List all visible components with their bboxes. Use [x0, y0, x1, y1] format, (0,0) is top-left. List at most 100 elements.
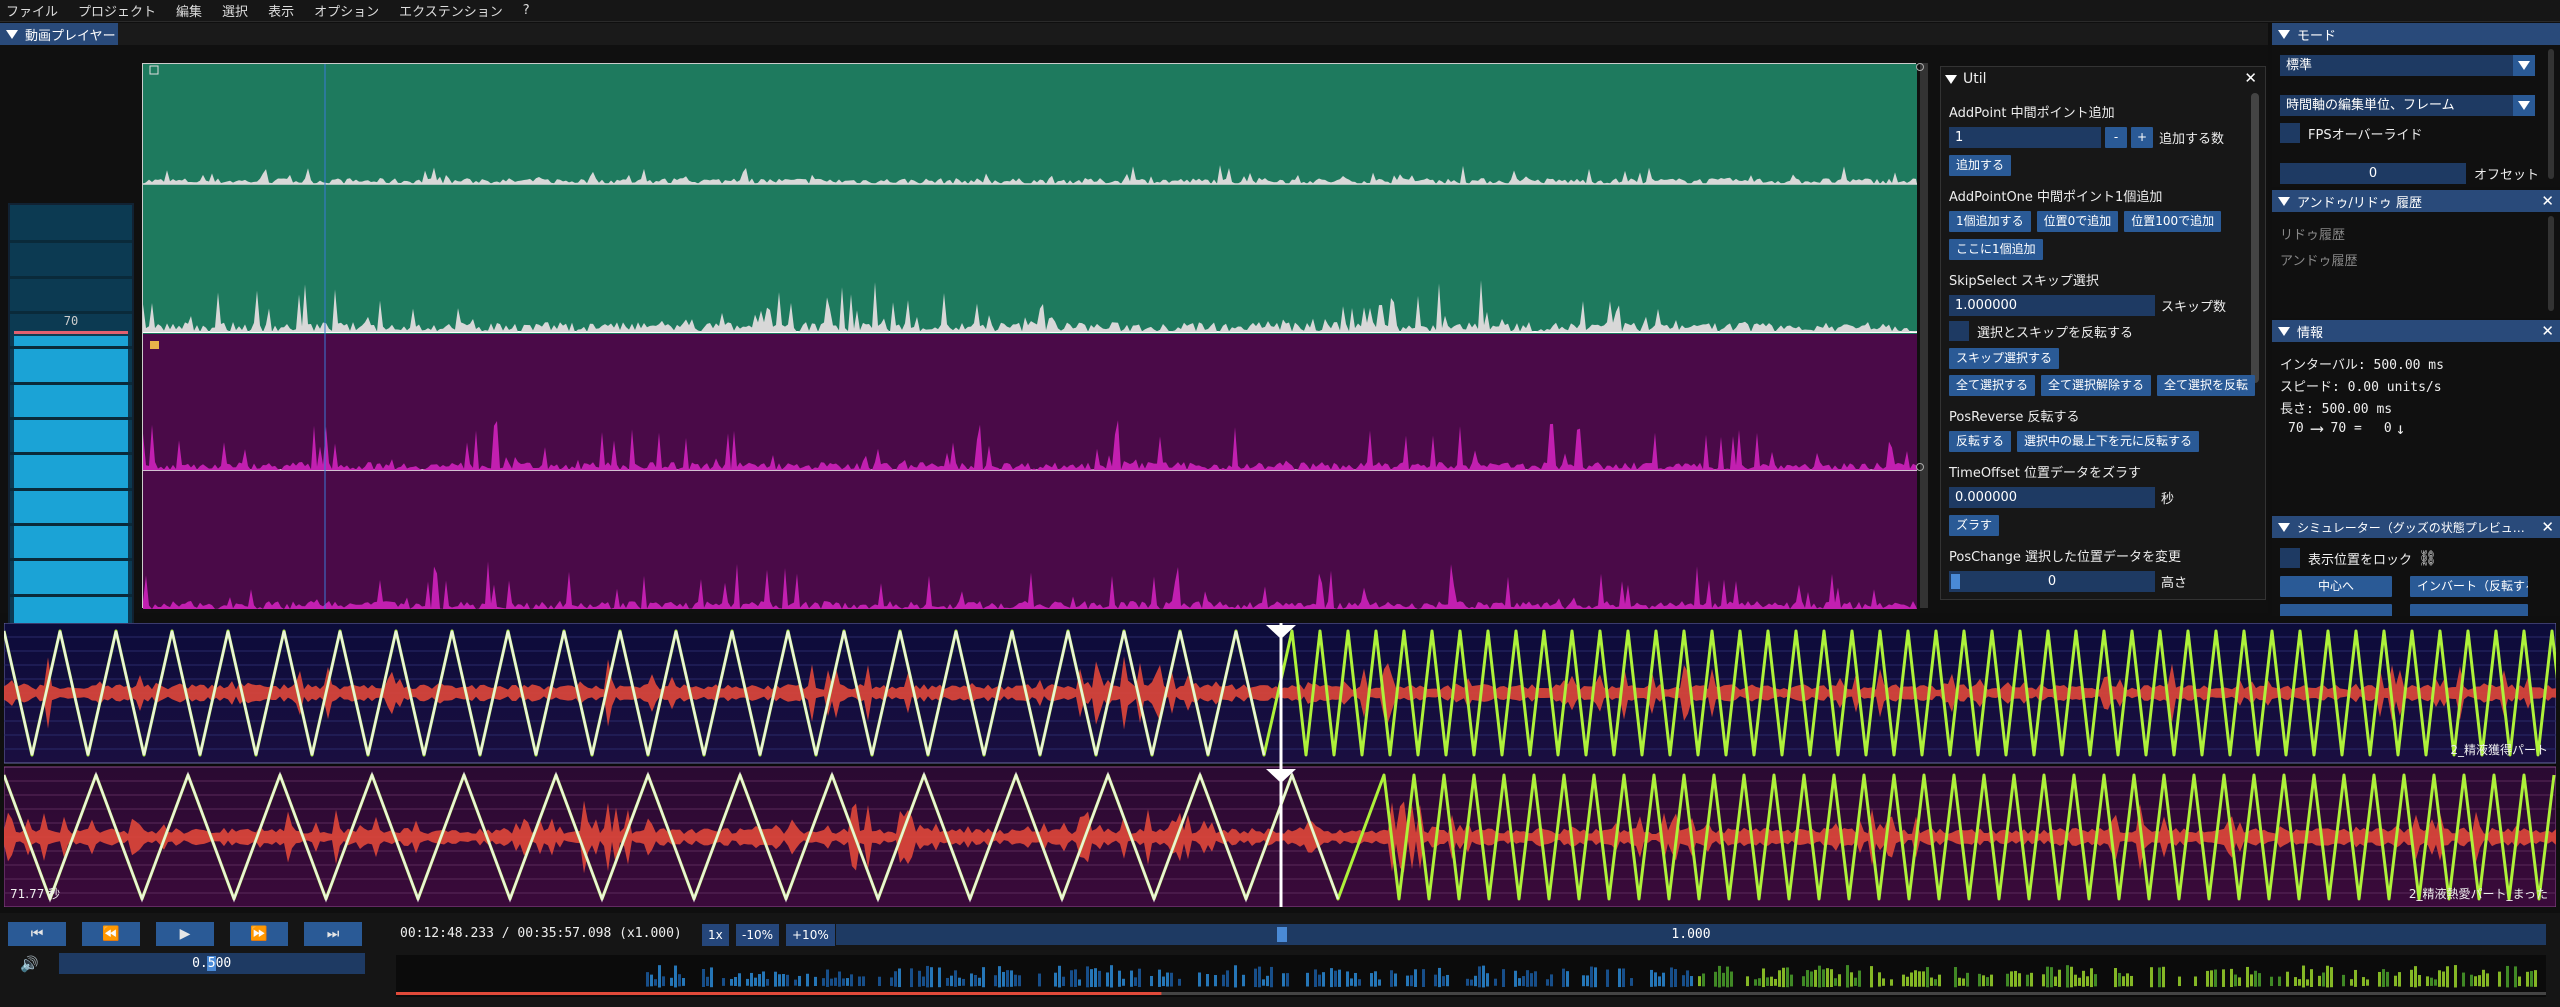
collapse-icon[interactable] [2278, 522, 2290, 532]
speed-knob[interactable] [1277, 927, 1288, 942]
collapse-icon[interactable] [2278, 29, 2290, 39]
skip-end-button[interactable]: ⏭ [304, 922, 362, 946]
fast-forward-icon: ⏩ [250, 926, 268, 942]
pos-change-slider[interactable]: 0 [1949, 571, 2155, 592]
close-icon[interactable]: ✕ [2244, 69, 2257, 87]
simulator-button-3[interactable] [2280, 604, 2392, 616]
close-icon[interactable]: ✕ [2541, 518, 2554, 536]
undo-scrollbar[interactable] [2548, 216, 2554, 311]
skip-select-button[interactable]: スキップ選択する [1949, 348, 2060, 369]
skip-start-button[interactable]: ⏮ [8, 922, 66, 946]
invert-selection-button[interactable]: 全て選択を反転 [2157, 375, 2256, 396]
timeline-canvas [2, 622, 2560, 908]
reverse-button[interactable]: 反転する [1949, 431, 2012, 452]
menu-options[interactable]: オプション [314, 1, 379, 20]
resize-handle-bottom[interactable] [1916, 463, 1924, 471]
add-one-button[interactable]: 1個追加する [1949, 211, 2031, 232]
play-button[interactable]: ▶ [156, 922, 214, 946]
rewind-icon: ⏪ [102, 926, 120, 942]
mode-panel: モード 標準 時間軸の編集単位、フレーム FPSオーバーライド 0 オフセット [2272, 23, 2560, 187]
util-scrollbar[interactable] [2251, 93, 2259, 383]
volume-icon[interactable]: 🔊 [20, 955, 39, 973]
pos-change-label: 高さ [2161, 576, 2188, 591]
time-offset-input[interactable]: 0.000000 [1949, 487, 2155, 508]
lock-position-checkbox[interactable] [2280, 548, 2300, 568]
playback-time: 00:12:48.233 / 00:35:57.098 (x1.000) [400, 926, 682, 941]
addpoint-count-label: 追加する数 [2159, 132, 2225, 147]
chevron-down-icon [2518, 101, 2530, 110]
add-here-button[interactable]: ここに1個追加 [1949, 239, 2043, 260]
fps-override-checkbox[interactable] [2280, 123, 2300, 143]
reverse-range-button[interactable]: 選択中の最上下を元に反転する [2017, 431, 2200, 452]
mode-scrollbar[interactable] [2548, 49, 2554, 179]
time-offset-button[interactable]: ズラす [1949, 515, 2000, 536]
video-player-titlebar[interactable]: 動画プレイヤー [0, 23, 2268, 45]
speed-1x-button[interactable]: 1x [702, 924, 729, 946]
addpoint-minus-button[interactable]: - [2105, 127, 2127, 148]
menu-view[interactable]: 表示 [268, 1, 294, 20]
menu-help[interactable]: ? [523, 3, 530, 18]
collapse-icon[interactable] [2278, 326, 2290, 336]
select-all-button[interactable]: 全て選択する [1949, 375, 2036, 396]
util-panel: Util ✕ AddPoint 中間ポイント追加 1 - + 追加する数 追加す… [1940, 66, 2266, 600]
invert-skip-checkbox[interactable] [1949, 321, 1969, 341]
transport-bar: ⏮ ⏪ ▶ ⏩ ⏭ 🔊 0.500 00:12:48.233 / 00:35:5… [0, 913, 2560, 1007]
track-1-label: 2_精液獲得パート [2450, 743, 2548, 757]
skip-count-input[interactable]: 1.000000 [1949, 295, 2155, 316]
arrow-right-icon: ⟶ [2311, 418, 2323, 439]
menu-file[interactable]: ファイル [6, 1, 58, 20]
add-at-0-button[interactable]: 位置0で追加 [2036, 211, 2119, 232]
collapse-icon[interactable] [2278, 196, 2290, 206]
skip-count-label: スキップ数 [2161, 300, 2227, 315]
menu-select[interactable]: 選択 [222, 1, 248, 20]
heatmap-seekbar[interactable] [396, 955, 2546, 997]
menu-extensions[interactable]: エクステンション [399, 1, 503, 20]
fast-forward-button[interactable]: ⏩ [230, 922, 288, 946]
menu-project[interactable]: プロジェクト [78, 1, 156, 20]
invert-button[interactable]: インバート（反転する [2410, 576, 2528, 597]
skip-start-icon: ⏮ [30, 926, 44, 942]
info-from: 70 [2288, 421, 2304, 436]
poschange-title: PosChange 選択した位置データを変更 [1949, 550, 2182, 565]
speed-plus-button[interactable]: +10% [786, 924, 835, 946]
unit-dropdown[interactable]: 時間軸の編集単位、フレーム [2280, 95, 2535, 116]
simulator-button-4[interactable] [2410, 604, 2528, 616]
offset-input[interactable]: 0 [2280, 163, 2466, 184]
position-level-meter[interactable]: 70 [8, 203, 134, 631]
close-icon[interactable]: ✕ [2541, 192, 2554, 210]
playback-speed-slider[interactable]: 1.000 [836, 924, 2546, 945]
deselect-all-button[interactable]: 全て選択解除する [2041, 375, 2152, 396]
redo-history[interactable]: リドゥ履歴 [2280, 224, 2345, 243]
video-player-panel: 動画プレイヤー 70 [0, 23, 2268, 631]
script-timeline[interactable]: 2_精液獲得パート 2_精液熱愛パート_まった 71.77 秒 [2, 622, 2560, 908]
link-icon[interactable]: ⛓ [2418, 549, 2437, 567]
meter-marker [14, 331, 128, 335]
menu-bar: ファイル プロジェクト 編集 選択 表示 オプション エクステンション ? [0, 0, 2560, 22]
info-length: 長さ: 500.00 ms [2280, 402, 2393, 417]
addpoint-plus-button[interactable]: + [2131, 127, 2153, 148]
center-button[interactable]: 中心へ [2280, 576, 2392, 597]
pos-change-value: 0 [2047, 574, 2057, 589]
fps-override-label: FPSオーバーライド [2308, 127, 2423, 143]
info-to: 70 = [2330, 421, 2362, 436]
preset-dropdown[interactable]: 標準 [2280, 55, 2535, 76]
add-at-100-button[interactable]: 位置100で追加 [2124, 211, 2222, 232]
collapse-icon[interactable] [1945, 74, 1957, 84]
video-frame[interactable] [142, 63, 1917, 609]
addpoint-count-input[interactable]: 1 [1949, 127, 2101, 148]
simulator-title: シミュレーター（グッズの状態プレビュ… [2297, 520, 2525, 535]
addpoint-add-button[interactable]: 追加する [1949, 155, 2012, 176]
resize-handle-top[interactable] [1916, 63, 1924, 71]
track-time-label: 71.77 秒 [10, 887, 61, 901]
speed-minus-button[interactable]: -10% [736, 924, 780, 946]
menu-edit[interactable]: 編集 [176, 1, 202, 20]
vertical-scrollbar[interactable] [1920, 63, 1928, 608]
undo-history[interactable]: アンドゥ履歴 [2280, 250, 2357, 269]
seek-progress [396, 992, 1162, 995]
info-panel: 情報 ✕ インターバル: 500.00 ms スピード: 0.00 units/… [2272, 320, 2560, 514]
skip-end-icon: ⏭ [326, 926, 340, 942]
volume-slider[interactable]: 0.500 [58, 953, 365, 974]
rewind-button[interactable]: ⏪ [82, 922, 140, 946]
collapse-icon[interactable] [6, 29, 18, 39]
close-icon[interactable]: ✕ [2541, 322, 2554, 340]
